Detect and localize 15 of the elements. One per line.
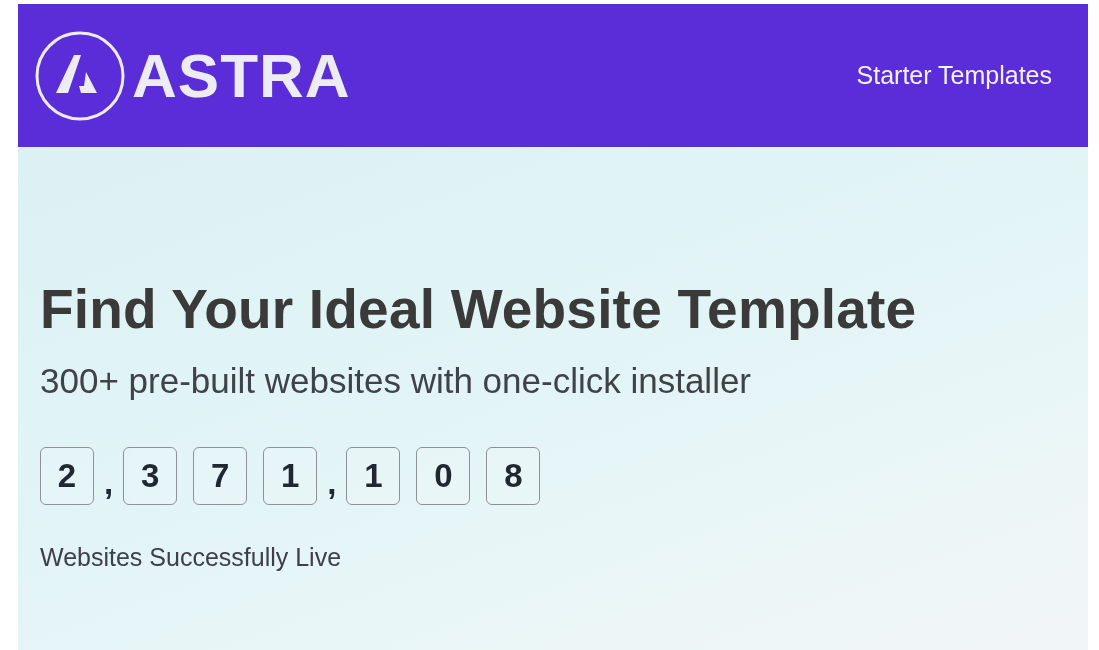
counter-digit: 0 [416,447,471,505]
starter-templates-link[interactable]: Starter Templates [856,61,1052,90]
counter-digit: 1 [263,447,318,505]
counter-digit: 8 [486,447,541,505]
logo-icon [34,29,126,122]
counter-digit: 2 [40,447,94,505]
hero-title: Find Your Ideal Website Template [40,277,918,341]
counter-digit: 1 [346,447,401,505]
logo-text: ASTRA [132,40,351,111]
counter-separator: , [104,463,114,504]
counter-separator: , [327,463,337,504]
hero-subtitle: 300+ pre-built websites with one-click installer [40,361,753,401]
counter-digit: 7 [193,447,248,505]
counter-label: Websites Successfully Live [40,543,343,572]
counter-digit: 3 [123,447,178,505]
